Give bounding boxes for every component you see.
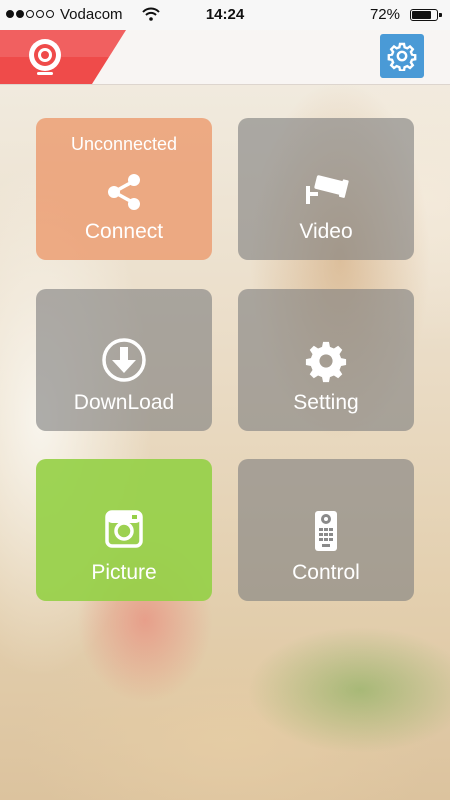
video-tile[interactable]: Video (238, 118, 414, 260)
download-tile[interactable]: DownLoad (36, 289, 212, 431)
gear-icon (387, 42, 417, 71)
connect-tile[interactable]: Unconnected Connect (36, 118, 212, 260)
camera-lens-logo-icon (29, 39, 61, 75)
share-icon (108, 174, 140, 210)
control-tile[interactable]: Control (238, 459, 414, 601)
connect-label: Connect (84, 220, 164, 243)
security-camera-icon (306, 175, 349, 204)
gear-icon (305, 341, 347, 383)
connection-status: Unconnected (70, 134, 178, 154)
setting-label: Setting (293, 391, 359, 414)
battery-percent: 72% (369, 6, 400, 23)
download-label: DownLoad (73, 391, 175, 414)
settings-button[interactable] (380, 34, 424, 78)
status-bar: Vodacom 14:24 72% (0, 0, 450, 30)
picture-tile[interactable]: Picture (36, 459, 212, 601)
app-header (0, 30, 450, 85)
download-icon (102, 338, 146, 382)
picture-label: Picture (91, 561, 157, 584)
battery-icon (410, 9, 442, 21)
setting-tile[interactable]: Setting (238, 289, 414, 431)
video-label: Video (299, 220, 353, 243)
control-label: Control (292, 561, 360, 584)
remote-control-icon (315, 511, 337, 551)
camera-icon (105, 510, 143, 548)
